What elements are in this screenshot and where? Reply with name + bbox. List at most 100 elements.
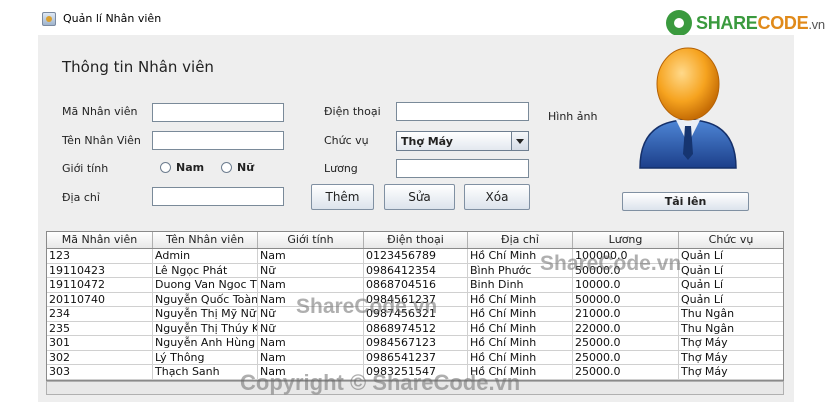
column-header[interactable]: Lương bbox=[573, 232, 679, 248]
column-header[interactable]: Chức vụ bbox=[679, 232, 783, 248]
gender-radio-male[interactable]: Nam bbox=[160, 161, 204, 174]
table-cell: Binh Dinh bbox=[468, 278, 573, 292]
table-cell: Nguyễn Anh Hùng bbox=[153, 336, 258, 350]
add-button[interactable]: Thêm bbox=[311, 184, 374, 210]
table-cell: 10000.0 bbox=[573, 278, 679, 292]
table-cell: 235 bbox=[47, 321, 153, 335]
table-row[interactable]: 235Nguyễn Thị Thúy K...Nữ0868974512Hồ Ch… bbox=[47, 321, 783, 336]
column-header[interactable]: Địa chỉ bbox=[468, 232, 573, 248]
table-body: 123 Admin Nam 0123456789 Hồ Chí Minh 100000.0… bbox=[47, 249, 783, 380]
table-cell: 0986412354 bbox=[364, 263, 468, 277]
table-cell: 22000.0 bbox=[573, 321, 679, 335]
phone-field[interactable] bbox=[396, 102, 529, 121]
table-cell: Hồ Chí Minh bbox=[468, 307, 573, 321]
table-cell: Thu Ngân bbox=[681, 321, 735, 335]
table-cell: Nữ bbox=[258, 321, 364, 335]
table-cell: Hồ Chí Minh bbox=[468, 249, 573, 263]
table-cell: 0987456321 bbox=[364, 307, 468, 321]
table-cell: 19110472 bbox=[47, 278, 153, 292]
logo-accent: CODE bbox=[757, 12, 809, 33]
employee-id-label: Mã Nhân viên bbox=[62, 105, 138, 118]
table-cell: 25000.0 bbox=[573, 365, 679, 379]
table-cell: Nam bbox=[258, 365, 364, 379]
table-cell: Nguyễn Thị Mỹ Nữ bbox=[153, 307, 258, 321]
phone-input[interactable] bbox=[397, 103, 528, 120]
employee-name-field[interactable] bbox=[152, 131, 284, 150]
upload-image-button[interactable]: Tải lên bbox=[622, 192, 749, 211]
table-row[interactable]: 301 Nguyễn Anh Hùng Nam 0984567123 Hồ Chí Mi… bbox=[47, 336, 783, 351]
gender-label: Giới tính bbox=[62, 162, 109, 175]
table-cell: Thợ Máy bbox=[681, 336, 728, 349]
table-cell: 100000.0 bbox=[573, 249, 679, 263]
table-cell: Nữ bbox=[258, 263, 364, 277]
image-label: Hình ảnh bbox=[548, 110, 598, 123]
column-header[interactable]: Mã Nhân viên bbox=[47, 232, 153, 248]
table-cell: Thợ Máy bbox=[681, 350, 728, 364]
table-cell: Lý Thông bbox=[153, 350, 258, 364]
table-cell: Nam bbox=[258, 278, 364, 292]
employee-name-input[interactable] bbox=[153, 132, 283, 149]
position-dropdown[interactable]: Thợ Máy bbox=[396, 131, 529, 151]
table-row[interactable]: 234 Nguyễn Thị Mỹ Nữ Nữ 0987456321 Hồ Chí Mi… bbox=[47, 307, 783, 322]
table-row[interactable]: 302 Lý Thông Nam 0986541237 Hồ Chí Minh 25000… bbox=[47, 350, 783, 365]
edit-button[interactable]: Sửa bbox=[384, 184, 455, 210]
table-cell: 0984567123 bbox=[364, 336, 468, 350]
window-titlebar: Quản lí Nhân viên SHARECODE.vn bbox=[0, 0, 826, 37]
table-cell: 25000.0 bbox=[573, 336, 679, 350]
table-cell: Hồ Chí Minh bbox=[468, 365, 573, 379]
delete-button[interactable]: Xóa bbox=[464, 184, 530, 210]
salary-field[interactable] bbox=[396, 159, 529, 178]
table-cell: 234 bbox=[47, 307, 153, 321]
table-cell: Hồ Chí Minh bbox=[468, 292, 573, 306]
table-cell: 0868704516 bbox=[364, 278, 468, 292]
table-row[interactable]: 19110472 Duong Van Ngoc Tin Nam 0868704516 B… bbox=[47, 278, 783, 293]
column-header[interactable]: Tên Nhân viên bbox=[153, 232, 258, 248]
employee-name-label: Tên Nhân Viên bbox=[62, 134, 141, 147]
sharecode-logo-icon bbox=[666, 10, 692, 36]
table-cell: Nam bbox=[258, 292, 364, 306]
table-row[interactable]: 123 Admin Nam 0123456789 Hồ Chí Minh 100000.0… bbox=[47, 249, 783, 264]
table-row[interactable]: 303 Thạch Sanh Nam 0983251547 Hồ Chí Minh 250… bbox=[47, 365, 783, 380]
table-cell: 303 bbox=[47, 365, 153, 379]
radio-circle-icon[interactable] bbox=[221, 162, 232, 173]
table-cell: Quản Lí bbox=[681, 249, 724, 262]
address-field[interactable] bbox=[152, 187, 284, 206]
form-heading: Thông tin Nhân viên bbox=[62, 58, 214, 76]
user-avatar-icon bbox=[639, 47, 737, 169]
table-cell: 0123456789 bbox=[364, 249, 468, 263]
employee-id-field[interactable] bbox=[152, 103, 284, 122]
table-cell: 25000.0 bbox=[573, 350, 679, 364]
table-cell: 0984561237 bbox=[364, 292, 468, 306]
address-input[interactable] bbox=[153, 188, 283, 205]
table-cell: 19110423 bbox=[47, 263, 153, 277]
table-cell: Nguyễn Quốc Toàn bbox=[155, 292, 258, 306]
logo-suffix: .vn bbox=[808, 16, 825, 32]
table-row[interactable]: 20110740 Nguyễn Quốc Toàn Nam 0984561237 Hồ … bbox=[47, 292, 783, 307]
table-cell: Hồ Chí Minh bbox=[468, 321, 573, 335]
table-cell: 301 bbox=[47, 336, 153, 350]
radio-circle-icon[interactable] bbox=[160, 162, 171, 173]
chevron-down-icon[interactable] bbox=[511, 132, 528, 150]
table-cell: Nam bbox=[258, 336, 364, 350]
table-horizontal-scrollbar[interactable] bbox=[46, 381, 784, 395]
table-cell: Hồ Chí Minh bbox=[468, 336, 573, 350]
table-cell: Nam bbox=[258, 249, 364, 263]
employee-table[interactable]: Mã Nhân viên Tên Nhân viên Giới tính Điệ… bbox=[46, 231, 784, 381]
gender-male-label: Nam bbox=[176, 161, 205, 174]
table-cell: Lê Ngọc Phát bbox=[153, 263, 258, 277]
sharecode-logo: SHARECODE.vn bbox=[666, 9, 825, 37]
column-header[interactable]: Giới tính bbox=[258, 232, 364, 248]
position-label: Chức vụ bbox=[324, 134, 369, 147]
column-header[interactable]: Điện thoại bbox=[364, 232, 468, 248]
table-cell: 302 bbox=[47, 350, 153, 364]
salary-input[interactable] bbox=[397, 160, 528, 177]
table-cell: Admin bbox=[153, 249, 258, 263]
gender-female-label: Nữ bbox=[237, 161, 255, 174]
table-cell: 21000.0 bbox=[573, 307, 679, 321]
table-row[interactable]: 19110423 Lê Ngọc Phát Nữ 0986412354 Bình Phư… bbox=[47, 263, 783, 278]
employee-id-input[interactable] bbox=[153, 104, 283, 121]
table-cell: Thu Ngân bbox=[681, 307, 735, 320]
app-icon bbox=[42, 12, 56, 26]
gender-radio-female[interactable]: Nữ bbox=[221, 161, 254, 174]
logo-main: SHARE bbox=[696, 12, 758, 33]
